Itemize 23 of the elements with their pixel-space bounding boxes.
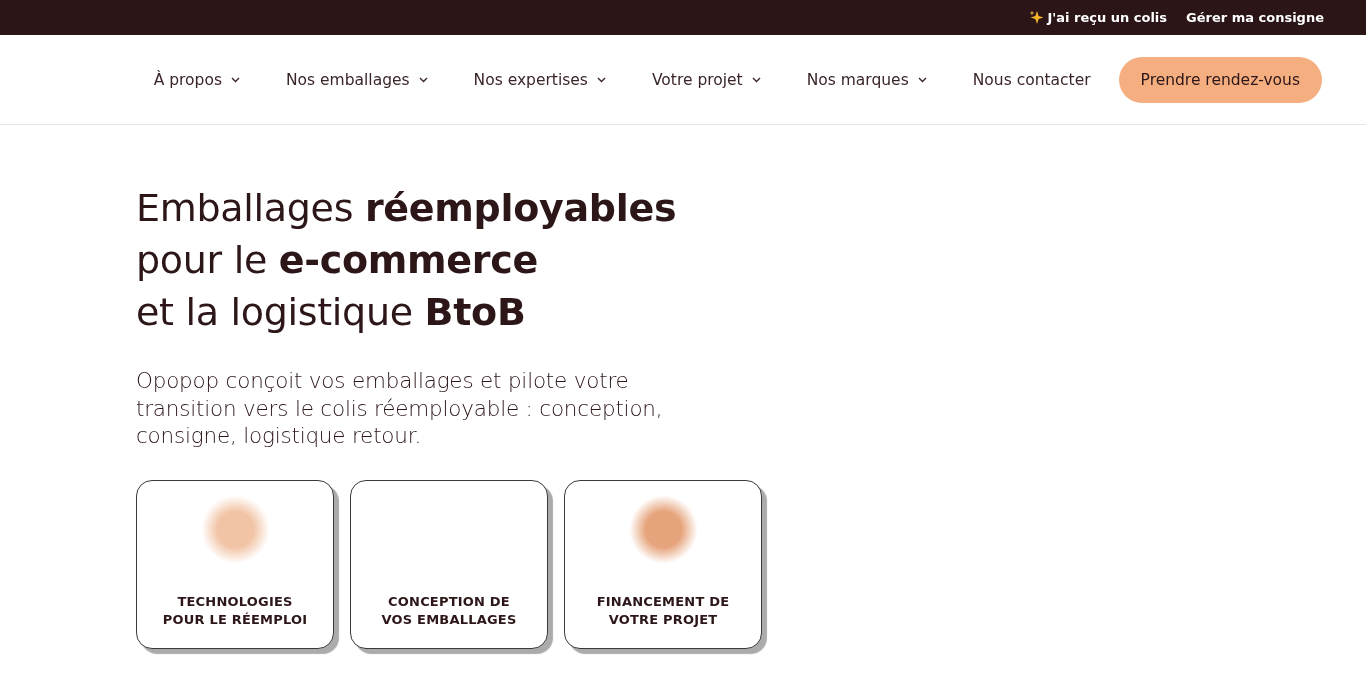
caret-icon <box>418 76 428 83</box>
sparkle-icon <box>1029 10 1045 25</box>
hero-intro: Opopop conçoit vos emballages et pilote votre transition vers le colis réemployable : conception, consigne, logistique retour. <box>136 367 664 450</box>
category-card[interactable]: TECHNOLOGIES POUR LE RÉEMPLOI <box>136 479 334 649</box>
hero-headline: Emballages réemployables pour le e-commerce et la logistique BtoB <box>136 185 677 336</box>
appointment-button[interactable]: Prendre rendez-vous <box>1118 56 1322 103</box>
nav-link[interactable]: Votre projet <box>651 70 761 89</box>
caret-icon <box>596 76 606 83</box>
top-bar-link[interactable]: Gérer ma consigne <box>1186 10 1324 25</box>
nav-link[interactable]: Nous contacter <box>972 70 1091 89</box>
caret-icon <box>230 76 240 83</box>
card-title: FINANCEMENT DE VOTRE PROJET <box>595 592 731 629</box>
nav-link[interactable]: Nos emballages <box>285 70 428 89</box>
caret-icon <box>751 76 761 83</box>
nav-link[interactable]: Nos marques <box>806 70 927 89</box>
top-bar-link[interactable]: J'ai reçu un colis <box>1029 10 1168 25</box>
nav-link[interactable]: À propos <box>153 70 240 89</box>
nav-link[interactable]: Nos expertises <box>473 70 606 89</box>
category-card[interactable]: CONCEPTION DE VOS EMBALLAGES <box>350 479 548 649</box>
caret-icon <box>917 76 927 83</box>
card-title: CONCEPTION DE VOS EMBALLAGES <box>380 592 518 629</box>
category-card[interactable]: FINANCEMENT DE VOTRE PROJET <box>564 479 762 649</box>
card-title: TECHNOLOGIES POUR LE RÉEMPLOI <box>161 592 309 629</box>
